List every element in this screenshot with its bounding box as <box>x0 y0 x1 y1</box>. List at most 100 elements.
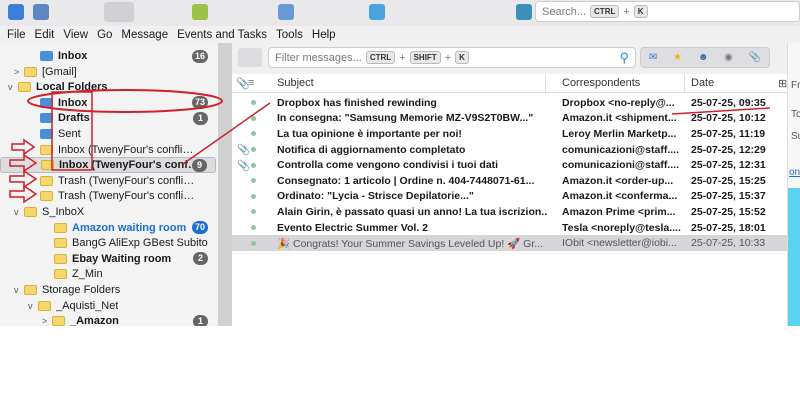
get-messages-icon[interactable] <box>192 4 208 20</box>
tag-filter-icon[interactable]: ◉ <box>724 52 733 63</box>
menu-edit[interactable]: Edit <box>35 29 55 41</box>
inbox-icon <box>40 97 53 108</box>
read-status-icon[interactable] <box>251 131 256 137</box>
read-status-icon[interactable] <box>251 147 256 153</box>
menu-go[interactable]: Go <box>97 29 112 41</box>
message-subject: Notifica di aggiornamento completato <box>277 143 466 156</box>
column-correspondents[interactable]: Correspondents <box>562 77 640 89</box>
column-picker-icon[interactable]: ⊞ <box>778 77 787 90</box>
thread-column-icon[interactable]: ≡ <box>248 77 254 89</box>
message-row[interactable]: Evento Electric Summer Vol. 2 Tesla <nore… <box>232 220 787 236</box>
preview-link[interactable]: on <box>789 167 800 178</box>
folder-item[interactable]: Inbox 73 <box>0 95 216 111</box>
search-icon[interactable]: ⚲ <box>619 50 629 66</box>
message-row[interactable]: In consegna: "Samsung Memorie MZ-V9S2T0B… <box>232 111 787 127</box>
column-date[interactable]: Date <box>691 77 714 89</box>
folder-item[interactable]: BangG AliExp GBest Subito <box>0 235 216 251</box>
twisty-icon[interactable]: > <box>14 67 24 77</box>
folder-item[interactable]: Ebay Waiting room 2 <box>0 251 216 267</box>
folder-item[interactable]: Inbox 16 <box>0 48 216 64</box>
message-subject: Alain Girin, è passato quasi un anno! La… <box>277 205 547 218</box>
menu-message[interactable]: Message <box>121 29 168 41</box>
read-status-icon[interactable] <box>251 240 256 246</box>
message-date: 25-07-25, 12:29 <box>691 143 766 156</box>
folder-item[interactable]: > [Gmail] <box>0 64 216 80</box>
folder-icon <box>40 144 53 155</box>
folder-icon <box>54 253 67 264</box>
folder-item[interactable]: Inbox (TwenyFour's conflicted ... <box>0 142 216 158</box>
message-subject: Controlla come vengono condivisi i tuoi … <box>277 159 499 172</box>
kbd-ctrl: CTRL <box>590 5 620 18</box>
twisty-icon[interactable]: > <box>42 316 52 326</box>
folder-item[interactable]: Amazon waiting room 70 <box>0 220 216 236</box>
menu-events-tasks[interactable]: Events and Tasks <box>177 29 267 41</box>
message-row[interactable]: Dropbox has finished rewinding Dropbox <n… <box>232 95 787 111</box>
write-message-icon[interactable] <box>278 4 294 20</box>
message-subject: Ordinato: "Lycia - Strisce Depilatorie..… <box>277 190 474 203</box>
folder-item[interactable]: v S_InboX <box>0 204 216 220</box>
chat-icon[interactable] <box>516 4 532 20</box>
sticky-filter-icon[interactable] <box>238 48 262 67</box>
read-status-icon[interactable] <box>251 162 256 168</box>
message-row[interactable]: Ordinato: "Lycia - Strisce Depilatorie..… <box>232 189 787 205</box>
folder-item[interactable]: Trash (TwenyFour's conflicted c... <box>0 188 216 204</box>
folder-pane: Inbox 16 > [Gmail] v Local Folders Inbox 73 Draf… <box>0 43 218 326</box>
folder-item[interactable]: Z_Min <box>0 266 216 282</box>
app-menu-icon[interactable] <box>8 4 24 20</box>
message-preview-pane: Fr To Su on <box>787 43 800 326</box>
menu-help[interactable]: Help <box>312 29 336 41</box>
starred-filter-icon[interactable]: ★ <box>673 52 682 63</box>
folder-item[interactable]: v _Aquisti_Net <box>0 298 216 314</box>
folder-item[interactable]: Drafts 1 <box>0 110 216 126</box>
read-status-icon[interactable] <box>251 115 256 121</box>
twisty-icon[interactable]: v <box>14 285 24 295</box>
message-row[interactable]: La tua opinione è importante per noi! Ler… <box>232 126 787 142</box>
global-search-input[interactable]: Search... CTRL + K <box>535 1 800 22</box>
menu-bar: File Edit View Go Message Events and Tas… <box>0 26 800 43</box>
folder-pane-scrollbar[interactable] <box>218 43 232 326</box>
read-status-icon[interactable] <box>251 209 256 215</box>
folder-pane-toggle-icon[interactable] <box>104 2 134 22</box>
contact-filter-icon[interactable]: ☻ <box>698 52 709 63</box>
message-row[interactable]: Consegnato: 1 articolo | Ordine n. 404-7… <box>232 173 787 189</box>
unread-count-badge: 2 <box>193 252 208 266</box>
folder-item[interactable]: Trash (TwenyFour's conflicted c... <box>0 173 216 189</box>
folder-item[interactable]: v Local Folders <box>0 79 216 95</box>
read-status-icon[interactable] <box>251 225 256 231</box>
message-row[interactable]: 📎 Controlla come vengono condivisi i tuoi… <box>232 157 787 173</box>
kbd-k: K <box>633 5 648 18</box>
menu-tools[interactable]: Tools <box>276 29 303 41</box>
address-book-icon[interactable] <box>33 4 49 20</box>
drafts-icon <box>40 113 53 124</box>
folder-label: Amazon waiting room <box>72 221 187 234</box>
unread-filter-icon[interactable]: ✉ <box>649 52 657 63</box>
folder-item[interactable]: > _Amazon 1 <box>0 313 216 326</box>
folder-icon <box>18 82 31 93</box>
message-correspondent: Tesla <noreply@tesla.... <box>562 221 681 234</box>
unread-count-badge: 1 <box>193 314 208 326</box>
menu-file[interactable]: File <box>7 29 26 41</box>
read-status-icon[interactable] <box>251 193 256 199</box>
filter-messages-input[interactable]: Filter messages... CTRL + SHIFT + K ⚲ <box>268 47 636 68</box>
read-status-icon[interactable] <box>251 100 256 106</box>
twisty-icon[interactable]: v <box>8 82 18 92</box>
folder-item[interactable]: v Storage Folders <box>0 282 216 298</box>
message-date: 25-07-25, 15:37 <box>691 190 766 203</box>
twisty-icon[interactable]: v <box>28 301 38 311</box>
column-subject[interactable]: Subject <box>277 77 314 89</box>
folder-item[interactable]: Sent <box>0 126 216 142</box>
message-correspondent: Amazon.it <conferma... <box>562 190 678 203</box>
message-row[interactable]: 📎 Notifica di aggiornamento completato com… <box>232 142 787 158</box>
sent-icon <box>40 129 53 139</box>
quick-filter-bar: Filter messages... CTRL + SHIFT + K ⚲ ✉ … <box>232 43 787 74</box>
message-row[interactable]: 🎉 Congrats! Your Summer Savings Leveled … <box>232 235 787 251</box>
tasks-icon[interactable] <box>369 4 385 20</box>
menu-view[interactable]: View <box>63 29 88 41</box>
read-status-icon[interactable] <box>251 178 256 184</box>
folder-item[interactable]: Inbox (TwenyFour's confl... 9 <box>0 157 216 174</box>
twisty-icon[interactable]: v <box>14 207 24 217</box>
folder-label: [Gmail] <box>42 65 77 78</box>
attachment-filter-icon[interactable]: 📎 <box>749 52 761 63</box>
attachment-icon: 📎 <box>237 159 251 172</box>
message-row[interactable]: Alain Girin, è passato quasi un anno! La… <box>232 204 787 220</box>
